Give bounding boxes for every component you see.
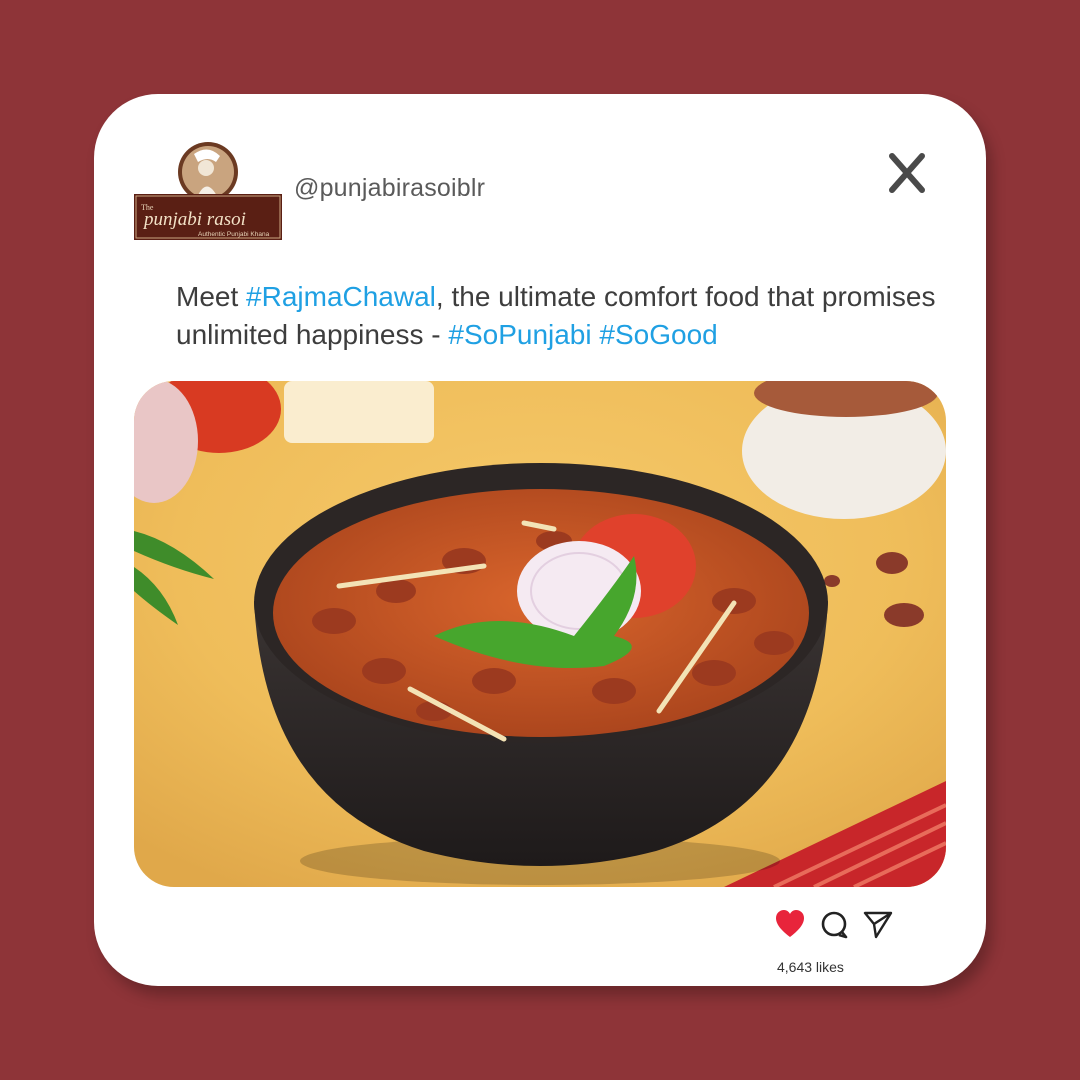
- hashtag-rajmachawal[interactable]: #RajmaChawal: [246, 281, 436, 312]
- account-handle[interactable]: @punjabirasoiblr: [294, 174, 485, 203]
- likes-count[interactable]: 4,643 likes: [777, 959, 844, 975]
- caption-text: Meet: [176, 281, 247, 312]
- post-caption: Meet #RajmaChawal, the ultimate comfort …: [176, 278, 936, 354]
- comment-icon[interactable]: [818, 908, 850, 940]
- hashtag-sopunjabi[interactable]: #SoPunjabi: [448, 319, 591, 350]
- heart-icon[interactable]: [774, 908, 806, 940]
- hashtag-sogood[interactable]: #SoGood: [599, 319, 717, 350]
- post-image: [134, 381, 946, 887]
- post-card: The punjabi rasoi Authentic Punjabi Khan…: [94, 94, 986, 986]
- logo-name-text: punjabi rasoi: [142, 209, 246, 230]
- close-x-icon[interactable]: [884, 150, 930, 196]
- post-actions: [774, 908, 904, 944]
- logo-tagline-text: Authentic Punjabi Khana: [198, 231, 270, 238]
- send-icon[interactable]: [862, 908, 894, 940]
- brand-logo: The punjabi rasoi Authentic Punjabi Khan…: [134, 142, 282, 240]
